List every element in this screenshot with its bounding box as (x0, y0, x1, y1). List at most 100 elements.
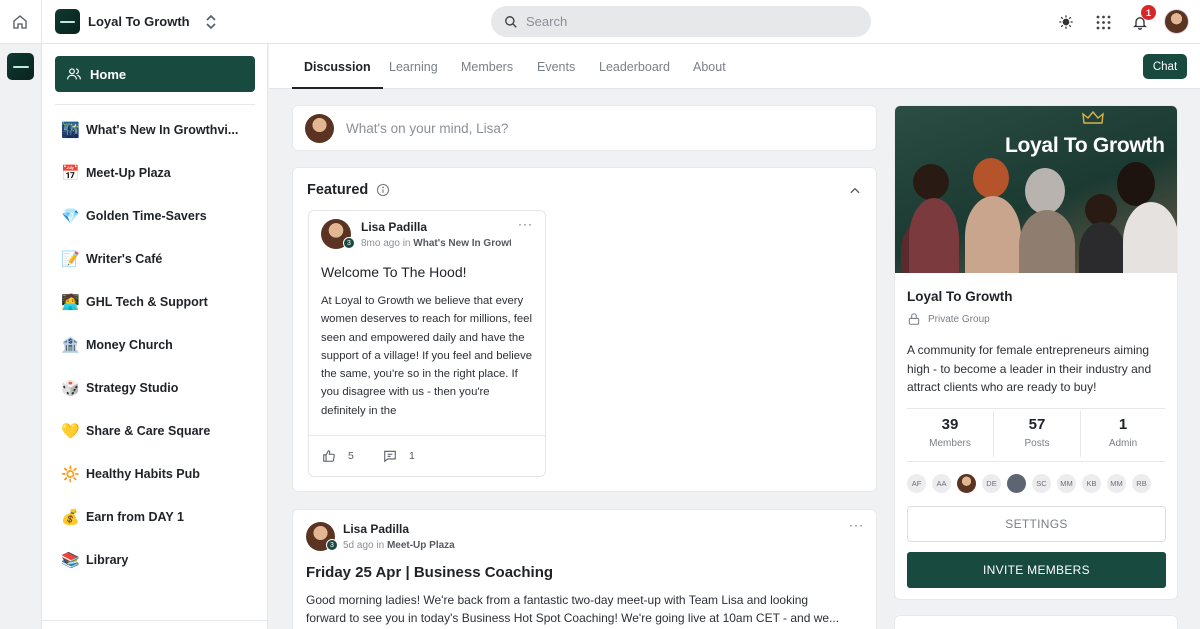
tab-events[interactable]: Events (537, 44, 575, 89)
tab-members[interactable]: Members (461, 44, 513, 89)
post-card[interactable]: 3 Lisa Padilla 5d ago in Meet-Up Plaza ·… (292, 509, 877, 629)
member-avatar[interactable] (1007, 474, 1026, 493)
home-icon[interactable] (8, 10, 32, 34)
sidebar-item-channel[interactable]: 💰 Earn from DAY 1 (61, 495, 261, 538)
lock-icon (908, 313, 920, 325)
sidebar-item-label: Home (90, 66, 127, 82)
sidebar-item-channel[interactable]: 📚 Library (61, 538, 261, 581)
group-switcher[interactable]: Loyal To Growth (55, 9, 218, 34)
secondary-card (894, 615, 1178, 629)
sidebar-item-label: Writer's Café (86, 251, 163, 266)
divider (55, 104, 255, 105)
channel-emoji-icon: 🎲 (61, 379, 80, 397)
member-avatar[interactable]: RB (1132, 474, 1151, 493)
channel-emoji-icon: 📅 (61, 164, 80, 182)
settings-button[interactable]: SETTINGS (907, 506, 1166, 542)
channel-emoji-icon: 🔆 (61, 465, 80, 483)
search-input[interactable] (526, 14, 846, 29)
post-channel[interactable]: What's New In Growthvi (413, 238, 511, 249)
banner-person (973, 158, 1009, 198)
sidebar-item-channel[interactable]: 💛 Share & Care Square (61, 409, 261, 452)
sidebar-item-home[interactable]: Home (55, 56, 255, 92)
chat-button[interactable]: Chat (1143, 54, 1187, 79)
group-description: A community for female entrepreneurs aim… (907, 343, 1152, 394)
sidebar-item-channel[interactable]: 📅 Meet-Up Plaza (61, 151, 261, 194)
member-avatar[interactable]: SC (1032, 474, 1051, 493)
sidebar-item-channel[interactable]: 🌃 What's New In Growthvi... (61, 108, 261, 151)
member-avatar[interactable]: MM (1057, 474, 1076, 493)
group-logo (55, 9, 80, 34)
stat-admin[interactable]: 1 Admin (1080, 416, 1166, 449)
author-name[interactable]: Lisa Padilla (343, 522, 409, 536)
group-title: Loyal To Growth (907, 289, 1013, 304)
sidebar-item-label: Strategy Studio (86, 380, 179, 395)
invite-members-button[interactable]: INVITE MEMBERS (907, 552, 1166, 588)
group-info-card: Loyal To Growth Loyal To Growth Private … (894, 105, 1178, 600)
crown-icon (1082, 111, 1104, 124)
channel-list: 🌃 What's New In Growthvi... 📅 Meet-Up Plaza… (61, 108, 261, 581)
like-button[interactable]: 5 (322, 449, 354, 463)
sidebar: Home 🌃 What's New In Growthvi... 📅 Meet-Up … (42, 44, 268, 629)
post-body: Good morning ladies! We're back from a f… (306, 593, 840, 625)
post-time: 5d ago in (343, 540, 387, 551)
theme-toggle-sun-icon[interactable] (1056, 12, 1076, 32)
group-banner-image: Loyal To Growth (895, 106, 1177, 273)
tab-leaderboard[interactable]: Leaderboard (599, 44, 670, 89)
channel-emoji-icon: 💰 (61, 508, 80, 526)
sidebar-item-channel[interactable]: 🎲 Strategy Studio (61, 366, 261, 409)
banner-person (965, 196, 1021, 273)
stat-label: Admin (1108, 438, 1138, 449)
post-body: At Loyal to Growth we believe that every… (321, 295, 533, 417)
post-title: Welcome To The Hood! (321, 264, 467, 280)
search-bar[interactable] (491, 6, 871, 37)
channel-emoji-icon: 🧑‍💻 (61, 293, 80, 311)
tab-bar: Discussion Learning Members Events Leade… (269, 44, 1200, 89)
people-icon (67, 68, 81, 80)
sidebar-item-channel[interactable]: 📝 Writer's Café (61, 237, 261, 280)
member-avatar[interactable]: AA (932, 474, 951, 493)
banner-title: Loyal To Growth (1005, 134, 1165, 157)
post-composer[interactable]: What's on your mind, Lisa? (292, 105, 877, 151)
post-channel[interactable]: Meet-Up Plaza (387, 540, 455, 551)
sidebar-item-label: Money Church (86, 337, 173, 352)
channel-emoji-icon: 💛 (61, 422, 80, 440)
channel-emoji-icon: 💎 (61, 207, 80, 225)
stat-members[interactable]: 39 Members (907, 416, 993, 449)
featured-post-card[interactable]: 3 Lisa Padilla 8mo ago in What's New In … (308, 210, 546, 477)
member-avatar[interactable] (957, 474, 976, 493)
banner-person (1025, 168, 1065, 214)
chevron-up-icon[interactable] (848, 184, 862, 198)
banner-person (1079, 222, 1125, 273)
more-options-icon[interactable]: ··· (849, 518, 864, 532)
info-icon[interactable] (376, 183, 390, 197)
sidebar-item-label: Healthy Habits Pub (86, 466, 200, 481)
member-avatar[interactable]: KB (1082, 474, 1101, 493)
comment-button[interactable]: 1 (383, 449, 415, 463)
sidebar-item-channel[interactable]: 🏦 Money Church (61, 323, 261, 366)
more-options-icon[interactable]: ··· (518, 217, 533, 231)
sidebar-item-label: GHL Tech & Support (86, 294, 208, 309)
rail-group-logo[interactable] (7, 53, 34, 80)
post-time: 8mo ago in (361, 238, 414, 249)
author-name[interactable]: Lisa Padilla (361, 220, 427, 234)
sidebar-item-channel[interactable]: 🧑‍💻 GHL Tech & Support (61, 280, 261, 323)
tab-learning[interactable]: Learning (389, 44, 438, 89)
tab-discussion[interactable]: Discussion (292, 44, 383, 89)
divider (907, 461, 1165, 462)
sidebar-item-channel[interactable]: 🔆 Healthy Habits Pub (61, 452, 261, 495)
chevron-updown-icon (206, 14, 216, 29)
stat-posts[interactable]: 57 Posts (994, 416, 1080, 449)
member-avatar[interactable]: AF (907, 474, 926, 493)
user-avatar[interactable] (1164, 9, 1189, 34)
sidebar-item-label: What's New In Growthvi... (86, 122, 239, 137)
member-avatar[interactable]: MM (1107, 474, 1126, 493)
comment-icon (384, 450, 396, 463)
sidebar-item-channel[interactable]: 💎 Golden Time-Savers (61, 194, 261, 237)
sidebar-item-label: Meet-Up Plaza (86, 165, 171, 180)
search-icon (505, 15, 517, 28)
member-avatar[interactable]: DE (982, 474, 1001, 493)
divider (309, 435, 545, 436)
featured-header: Featured (307, 182, 390, 198)
apps-grid-icon[interactable] (1093, 12, 1113, 32)
tab-about[interactable]: About (693, 44, 726, 89)
